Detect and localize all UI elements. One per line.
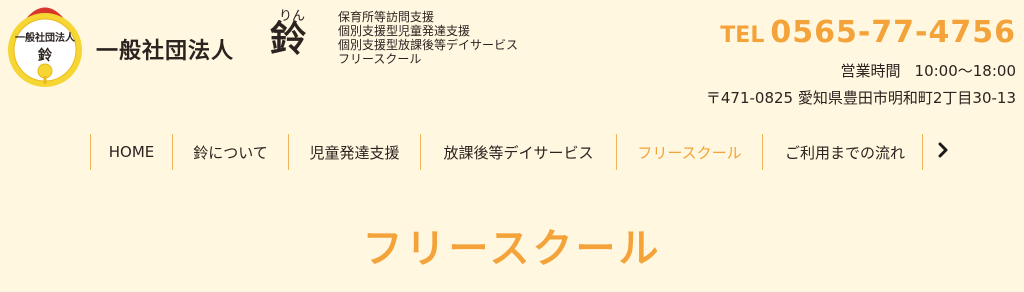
nav-item-after-school[interactable]: 放課後等デイサービス xyxy=(420,134,616,170)
nav-item-child-development[interactable]: 児童発達支援 xyxy=(288,134,420,170)
logo-char: 鈴 xyxy=(38,47,53,64)
page-title: フリースクール xyxy=(362,226,662,272)
nav-item-free-school[interactable]: フリースクール xyxy=(616,134,762,170)
nav-item-usage-flow[interactable]: ご利用までの流れ xyxy=(762,134,927,170)
service-item: 保育所等訪問支援 xyxy=(338,10,435,24)
main-nav: HOME 鈴について 児童発達支援 放課後等デイサービス フリースクール ご利用… xyxy=(90,134,927,170)
tel-label: TEL xyxy=(720,23,765,48)
address: 〒471-0825 愛知県豊田市明和町2丁目30-13 xyxy=(705,89,1016,107)
logo-text: 一般社団法人 xyxy=(15,31,76,44)
bell-logo[interactable]: 一般社団法人 鈴 xyxy=(4,4,86,90)
business-hours: 営業時間 10:00～18:00 xyxy=(841,60,1016,81)
service-list: 保育所等訪問支援 個別支援型児童発達支援 個別支援型放課後等デイサービス フリー… xyxy=(338,10,518,66)
brand-kanji: 鈴 xyxy=(270,19,307,60)
org-name: 一般社団法人 xyxy=(96,39,235,64)
chevron-right-icon xyxy=(936,142,950,162)
service-item: フリースクール xyxy=(338,52,422,66)
hours-label: 営業時間 xyxy=(840,62,901,80)
nav-item-about[interactable]: 鈴について xyxy=(172,134,288,170)
service-item: 個別支援型放課後等デイサービス xyxy=(338,38,519,52)
hours-value: 10:00～18:00 xyxy=(914,62,1016,80)
service-item: 個別支援型児童発達支援 xyxy=(338,24,471,38)
nav-item-home[interactable]: HOME xyxy=(90,134,172,170)
tel-number[interactable]: 0565-77-4756 xyxy=(770,15,1016,50)
nav-next-button[interactable] xyxy=(922,134,963,170)
phone-number[interactable]: TEL 0565-77-4756 xyxy=(720,15,1016,50)
